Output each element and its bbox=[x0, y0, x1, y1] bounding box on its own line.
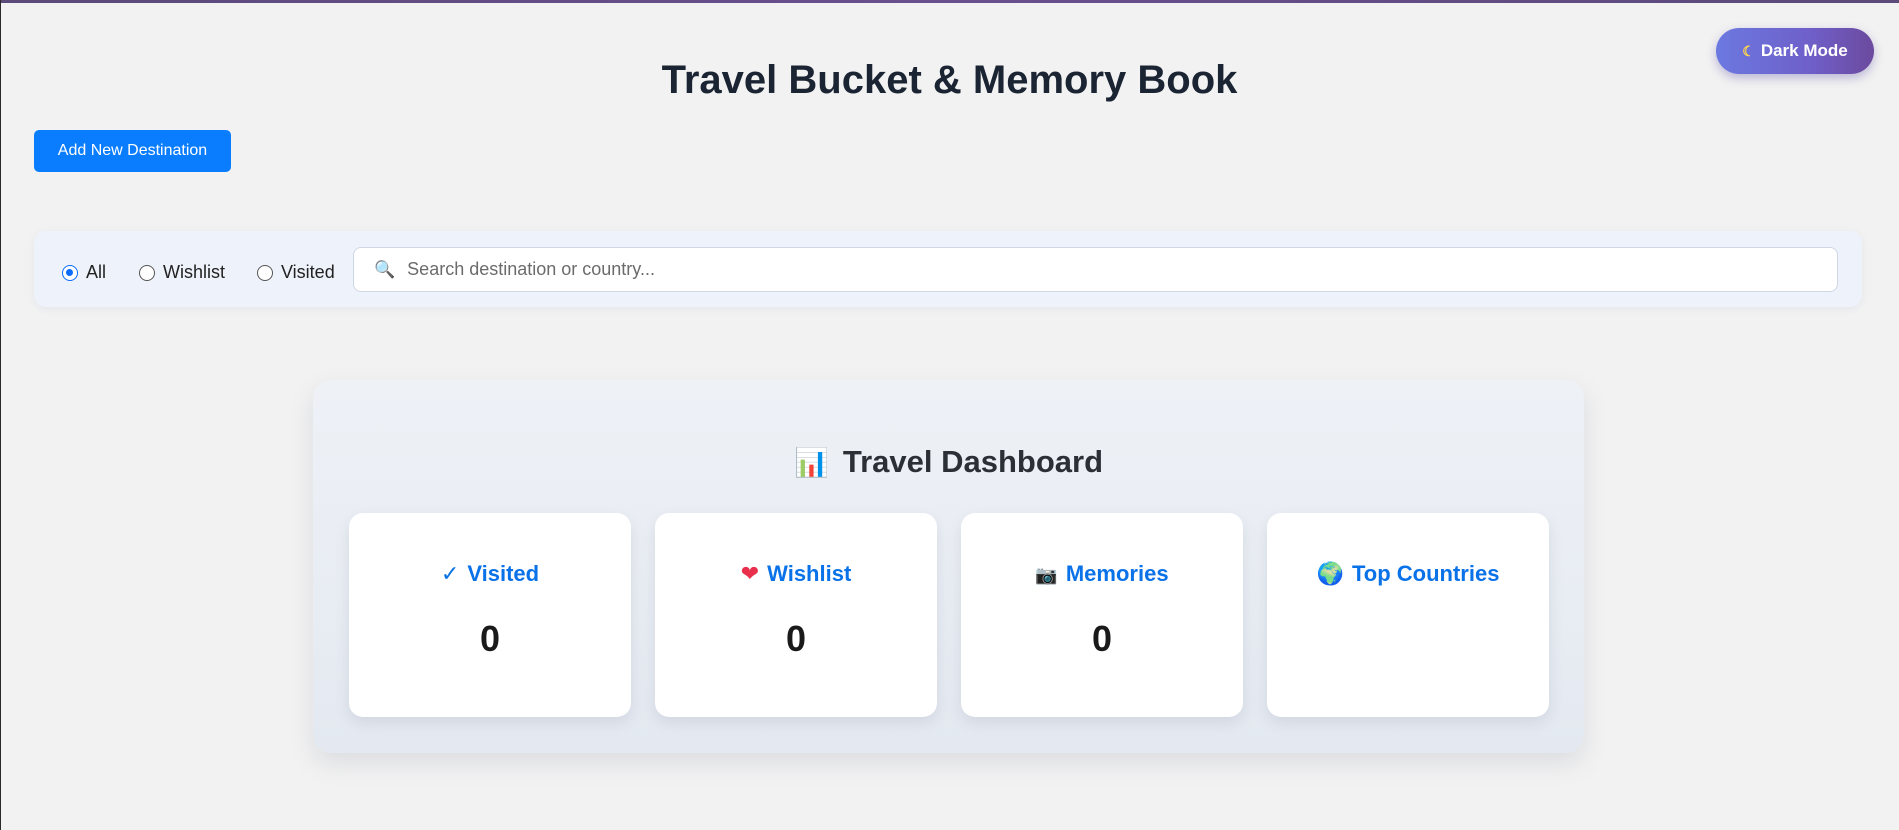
window-left-border bbox=[0, 0, 1, 830]
add-destination-button[interactable]: Add New Destination bbox=[34, 130, 231, 172]
stat-card-wishlist: ❤ Wishlist 0 bbox=[655, 513, 937, 717]
stat-card-visited-value: 0 bbox=[479, 618, 501, 659]
moon-icon: ☾ bbox=[1742, 42, 1755, 59]
stat-card-memories: 📷 Memories 0 bbox=[961, 513, 1243, 717]
radio-visited-label: Visited bbox=[281, 262, 335, 282]
search-input[interactable] bbox=[405, 258, 1790, 281]
globe-icon: 🌍 bbox=[1316, 561, 1344, 586]
dashboard-title-text: Travel Dashboard bbox=[842, 444, 1104, 479]
search-box[interactable]: 🔍 bbox=[353, 247, 1838, 292]
stat-card-wishlist-label: Wishlist bbox=[767, 561, 852, 586]
filter-radio-wishlist[interactable]: Wishlist bbox=[139, 262, 225, 283]
stat-card-wishlist-value: 0 bbox=[785, 618, 807, 659]
radio-wishlist-label: Wishlist bbox=[163, 262, 225, 282]
radio-wishlist-indicator[interactable] bbox=[139, 264, 155, 281]
stat-card-visited-label: Visited bbox=[467, 561, 540, 586]
stat-card-top-countries-label: Top Countries bbox=[1351, 561, 1500, 586]
camera-icon: 📷 bbox=[1035, 565, 1058, 585]
stat-card-wishlist-title: ❤ Wishlist bbox=[655, 561, 937, 587]
stat-card-top-countries-title: 🌍 Top Countries bbox=[1267, 561, 1549, 587]
checkmark-icon: ✓ bbox=[440, 561, 460, 586]
stat-card-memories-value: 0 bbox=[1091, 618, 1113, 659]
radio-all-indicator[interactable] bbox=[62, 264, 78, 281]
magnifier-icon: 🔍 bbox=[374, 259, 396, 279]
stat-card-visited: ✓ Visited 0 bbox=[349, 513, 631, 717]
stat-card-memories-title: 📷 Memories bbox=[961, 561, 1243, 587]
heart-icon: ❤ bbox=[740, 561, 760, 586]
radio-visited-indicator[interactable] bbox=[257, 264, 273, 281]
filter-radio-visited[interactable]: Visited bbox=[257, 262, 335, 283]
filter-radio-all[interactable]: All bbox=[62, 262, 106, 283]
radio-all-label: All bbox=[86, 262, 107, 282]
stat-card-memories-label: Memories bbox=[1065, 561, 1169, 586]
top-accent-line bbox=[0, 0, 1899, 3]
dashboard-title: 📊 Travel Dashboard bbox=[313, 444, 1584, 480]
stat-card-visited-title: ✓ Visited bbox=[349, 561, 631, 587]
stat-card-top-countries: 🌍 Top Countries bbox=[1267, 513, 1549, 717]
page-title: Travel Bucket & Memory Book bbox=[661, 58, 1238, 102]
bar-chart-icon: 📊 bbox=[793, 447, 829, 478]
